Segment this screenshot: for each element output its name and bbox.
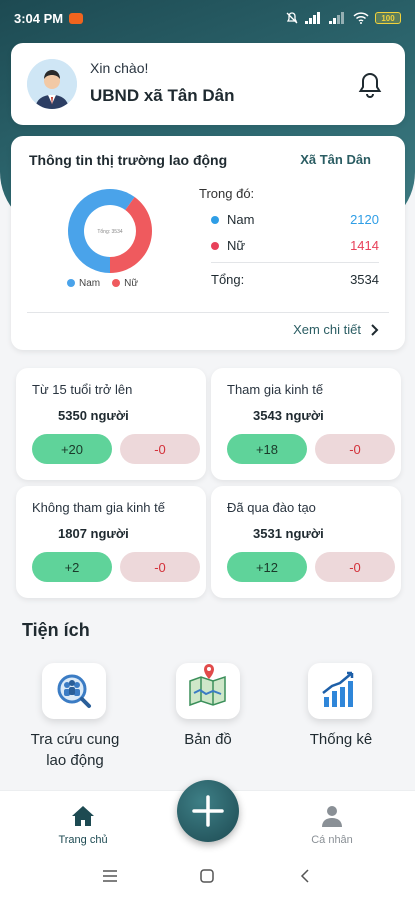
menu-icon[interactable] (103, 870, 117, 882)
donut-center-label: Tổng: 3534 (97, 228, 123, 235)
market-area[interactable]: Xã Tân Dân (300, 152, 371, 167)
gender-donut-chart: Tổng: 3534 (68, 188, 152, 273)
legend-item-nam: Nam (67, 278, 100, 289)
breakdown-row-nam: Nam 2120 (211, 212, 379, 227)
signal-icon (305, 12, 320, 24)
system-nav-bar (0, 854, 415, 900)
map-label: Bản đồ (184, 731, 232, 748)
mute-icon (286, 12, 298, 24)
bell-icon[interactable] (357, 71, 383, 99)
status-time: 3:04 PM (14, 10, 64, 26)
user-name: UBND xã Tân Dân (90, 86, 235, 105)
greeting-text: Xin chào! (90, 60, 149, 76)
breakdown-divider (211, 262, 379, 263)
chart-legend: Nam Nữ (67, 278, 138, 289)
map-button[interactable] (176, 663, 240, 719)
status-bar: 3:04 PM 100 (0, 0, 415, 36)
utilities-heading: Tiện ích (22, 620, 90, 640)
nav-profile[interactable]: Cá nhân (292, 805, 372, 846)
card-divider (27, 312, 389, 313)
decrease-badge: -0 (315, 434, 395, 464)
increase-badge: +12 (227, 552, 307, 582)
signal-icon-2 (329, 12, 344, 24)
search-people-icon (57, 674, 91, 708)
breakdown-title: Trong đó: (199, 186, 255, 201)
stat-card-15-plus[interactable]: Từ 15 tuổi trở lên 5350 người +20 -0 (16, 368, 206, 480)
legend-item-nu: Nữ (112, 278, 138, 289)
greeting-card: Xin chào! UBND xã Tân Dân (11, 43, 405, 125)
bar-chart-icon (322, 671, 354, 707)
notification-app-icon (69, 12, 84, 24)
donut-slice-nữ (110, 197, 152, 273)
user-avatar-icon (27, 59, 77, 109)
avatar[interactable] (27, 59, 77, 109)
increase-badge: +18 (227, 434, 307, 464)
labor-market-card: Thông tin thị trường lao động Xã Tân Dân… (11, 136, 405, 350)
add-button[interactable] (177, 780, 239, 842)
statistics-button[interactable] (308, 663, 372, 719)
plus-icon (192, 795, 224, 827)
statistics-label: Thống kê (309, 731, 373, 748)
stat-card-economic[interactable]: Tham gia kinh tế 3543 người +18 -0 (211, 368, 401, 480)
home-icon (72, 806, 94, 826)
decrease-badge: -0 (315, 552, 395, 582)
person-icon (322, 806, 342, 827)
stat-card-not-economic[interactable]: Không tham gia kinh tế 1807 người +2 -0 (16, 486, 206, 598)
breakdown-row-nu: Nữ 1414 (211, 238, 379, 253)
map-icon (189, 664, 226, 707)
view-details-link[interactable]: Xem chi tiết (293, 322, 379, 337)
chevron-right-icon (371, 323, 379, 336)
wifi-icon (353, 12, 369, 24)
increase-badge: +20 (32, 434, 112, 464)
decrease-badge: -0 (120, 552, 200, 582)
back-icon[interactable] (300, 869, 310, 883)
search-labor-label: Tra cứu cung lao động (30, 731, 120, 769)
search-labor-button[interactable] (42, 663, 106, 719)
total-row: Tổng: 3534 (211, 272, 379, 287)
decrease-badge: -0 (120, 434, 200, 464)
market-title: Thông tin thị trường lao động (29, 152, 228, 168)
nav-home[interactable]: Trang chủ (43, 805, 123, 846)
home-square-icon[interactable] (200, 869, 214, 883)
stat-card-trained[interactable]: Đã qua đào tạo 3531 người +12 -0 (211, 486, 401, 598)
increase-badge: +2 (32, 552, 112, 582)
battery-icon: 100 (375, 12, 401, 24)
